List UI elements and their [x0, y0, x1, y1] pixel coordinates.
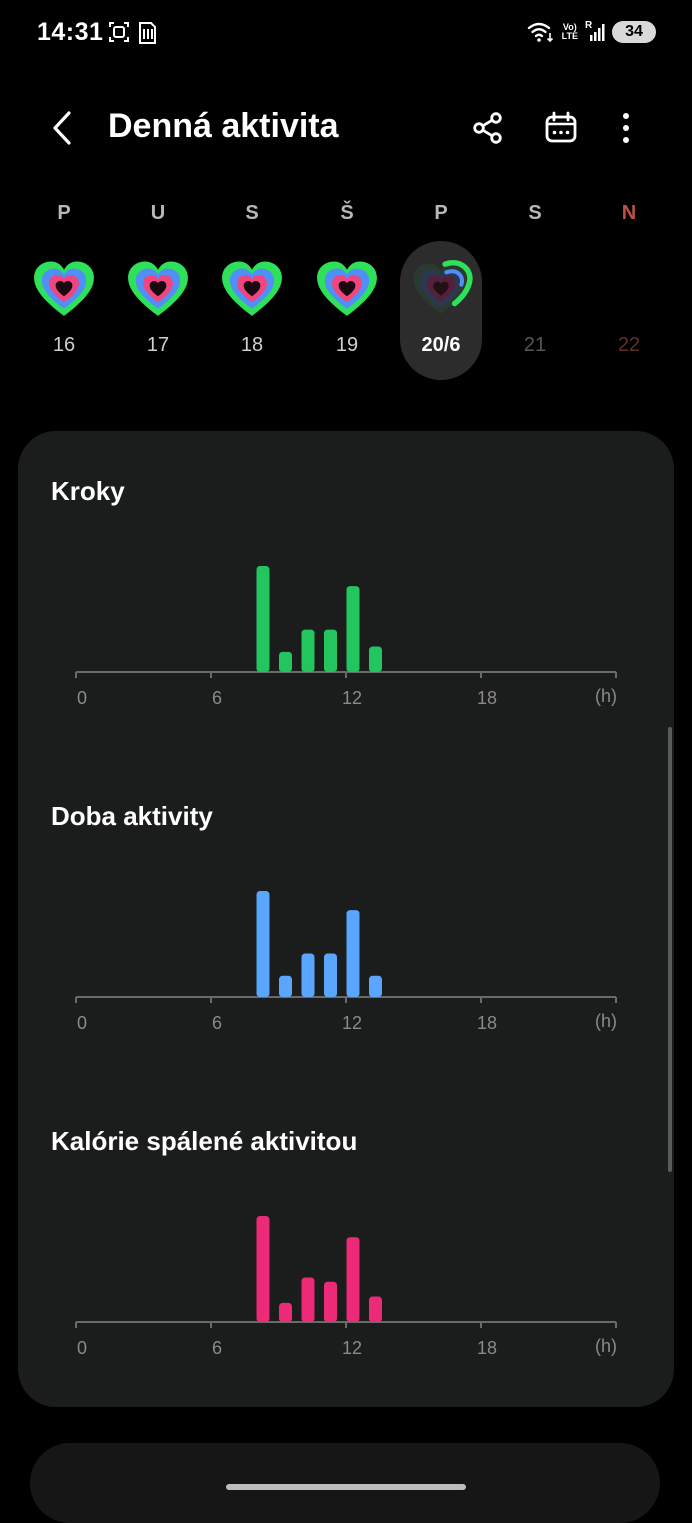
x-tick-label: 0: [77, 1013, 87, 1033]
chart-bar[interactable]: [346, 910, 360, 997]
activity-heart-icon: [413, 260, 473, 314]
x-tick-label: 18: [477, 1338, 497, 1358]
day-date: 16: [52, 334, 76, 356]
day-letter: P: [57, 202, 71, 224]
chart-bar[interactable]: [324, 953, 337, 997]
activity-heart-icon: [128, 261, 188, 316]
activity-heart-icon: [222, 261, 282, 316]
share-icon: [473, 112, 502, 144]
week-strip: P 16 U 17 S 18 Š 19 P 20/6 S 21 N 22: [17, 196, 675, 386]
day-item[interactable]: N 22: [587, 196, 671, 386]
day-item[interactable]: Š 19: [305, 196, 389, 386]
day-item[interactable]: P 16: [22, 196, 106, 386]
more-icon: [623, 113, 629, 143]
next-card-peek[interactable]: [30, 1443, 660, 1523]
x-unit-label: (h): [595, 1011, 617, 1031]
x-tick-label: 6: [212, 1338, 222, 1358]
volte-icon: Vo) LTE: [562, 23, 578, 41]
x-tick-label: 12: [342, 688, 362, 708]
x-tick-label: 12: [342, 1013, 362, 1033]
chart-bar[interactable]: [324, 1281, 337, 1322]
x-tick-label: 12: [342, 1338, 362, 1358]
status-right-icons: Vo) LTE R 34: [527, 20, 656, 44]
x-tick-label: 18: [477, 1013, 497, 1033]
x-tick-label: 0: [77, 688, 87, 708]
x-unit-label: (h): [595, 686, 617, 706]
calories-chart: 0 6 12 18 (h): [75, 1216, 617, 1358]
status-bar: 14:31 Vo) LTE R 34: [0, 0, 692, 64]
back-button[interactable]: [40, 106, 84, 150]
activity-heart-icon: [34, 261, 94, 316]
x-unit-label: (h): [595, 1336, 617, 1356]
share-button[interactable]: [466, 106, 510, 150]
x-tick-label: 6: [212, 1013, 222, 1033]
wifi-icon: [527, 22, 553, 43]
back-icon: [53, 111, 71, 145]
activity-heart-icon: [317, 261, 377, 316]
day-item[interactable]: S 18: [210, 196, 294, 386]
chart-bar[interactable]: [256, 891, 270, 997]
calendar-button[interactable]: [539, 106, 583, 150]
chart-bar[interactable]: [369, 975, 382, 997]
x-tick-label: 6: [212, 688, 222, 708]
day-letter: Š: [340, 202, 354, 224]
section-title-steps: Kroky: [51, 476, 125, 506]
day-letter: S: [245, 202, 259, 224]
chart-bar[interactable]: [256, 1216, 270, 1322]
day-date: 20/6: [421, 334, 461, 356]
day-date: 19: [335, 334, 359, 356]
day-date: 21: [523, 334, 547, 356]
day-letter: S: [528, 202, 542, 224]
chart-bar[interactable]: [369, 646, 382, 672]
scrollbar[interactable]: [668, 727, 672, 1172]
page-title: Denná aktivita: [108, 107, 339, 145]
chart-bar[interactable]: [279, 1302, 292, 1322]
signal-icon: R: [585, 21, 605, 43]
activity-card: Kroky 0 6 12 18 (h) Doba aktivity 0 6 12 18 (h) …: [18, 431, 674, 1407]
chart-bar[interactable]: [301, 1277, 315, 1322]
section-title-active-time: Doba aktivity: [51, 801, 213, 831]
day-item[interactable]: S 21: [493, 196, 577, 386]
day-letter: N: [621, 202, 637, 224]
day-date: 22: [617, 334, 641, 356]
day-letter: U: [150, 202, 166, 224]
status-left-icons: [108, 20, 166, 51]
steps-chart: 0 6 12 18 (h): [75, 566, 617, 708]
screenshot-icon: [109, 22, 129, 42]
day-date: 17: [146, 334, 170, 356]
chart-bar[interactable]: [346, 1237, 360, 1322]
active-time-chart: 0 6 12 18 (h): [75, 891, 617, 1033]
chart-bar[interactable]: [279, 651, 292, 672]
chart-bar[interactable]: [301, 629, 315, 672]
sim-card-icon: [139, 22, 156, 44]
section-title-calories: Kalórie spálené aktivitou: [51, 1126, 358, 1156]
day-item[interactable]: P 20/6: [399, 196, 483, 386]
volte-text-bottom: LTE: [561, 31, 578, 41]
day-item[interactable]: U 17: [116, 196, 200, 386]
calendar-icon: [545, 111, 577, 143]
chart-bar[interactable]: [256, 566, 270, 672]
chart-bar[interactable]: [279, 975, 292, 997]
app-bar: Denná aktivita: [0, 90, 692, 166]
chart-bar[interactable]: [346, 586, 360, 672]
day-date: 18: [240, 334, 264, 356]
chart-bar[interactable]: [369, 1296, 382, 1322]
home-indicator[interactable]: [226, 1484, 466, 1490]
day-letter: P: [434, 202, 448, 224]
chart-bar[interactable]: [301, 953, 315, 997]
battery-indicator: 34: [612, 21, 656, 43]
x-tick-label: 0: [77, 1338, 87, 1358]
status-time: 14:31: [37, 18, 104, 46]
chart-bar[interactable]: [324, 629, 337, 672]
x-tick-label: 18: [477, 688, 497, 708]
more-options-button[interactable]: [604, 106, 648, 150]
